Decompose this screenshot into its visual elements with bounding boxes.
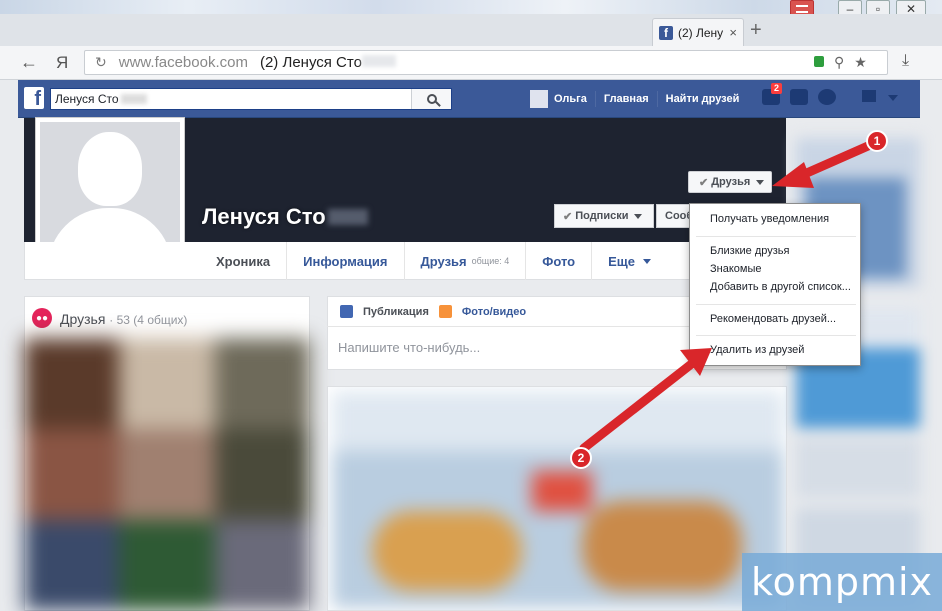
annotation-marker-1: 1 xyxy=(866,130,888,152)
annotation-marker-2: 2 xyxy=(570,447,592,469)
arrow-1 xyxy=(772,141,873,188)
watermark: kompmix xyxy=(742,553,942,611)
arrow-2 xyxy=(579,348,712,453)
annotation-arrows xyxy=(579,141,873,453)
